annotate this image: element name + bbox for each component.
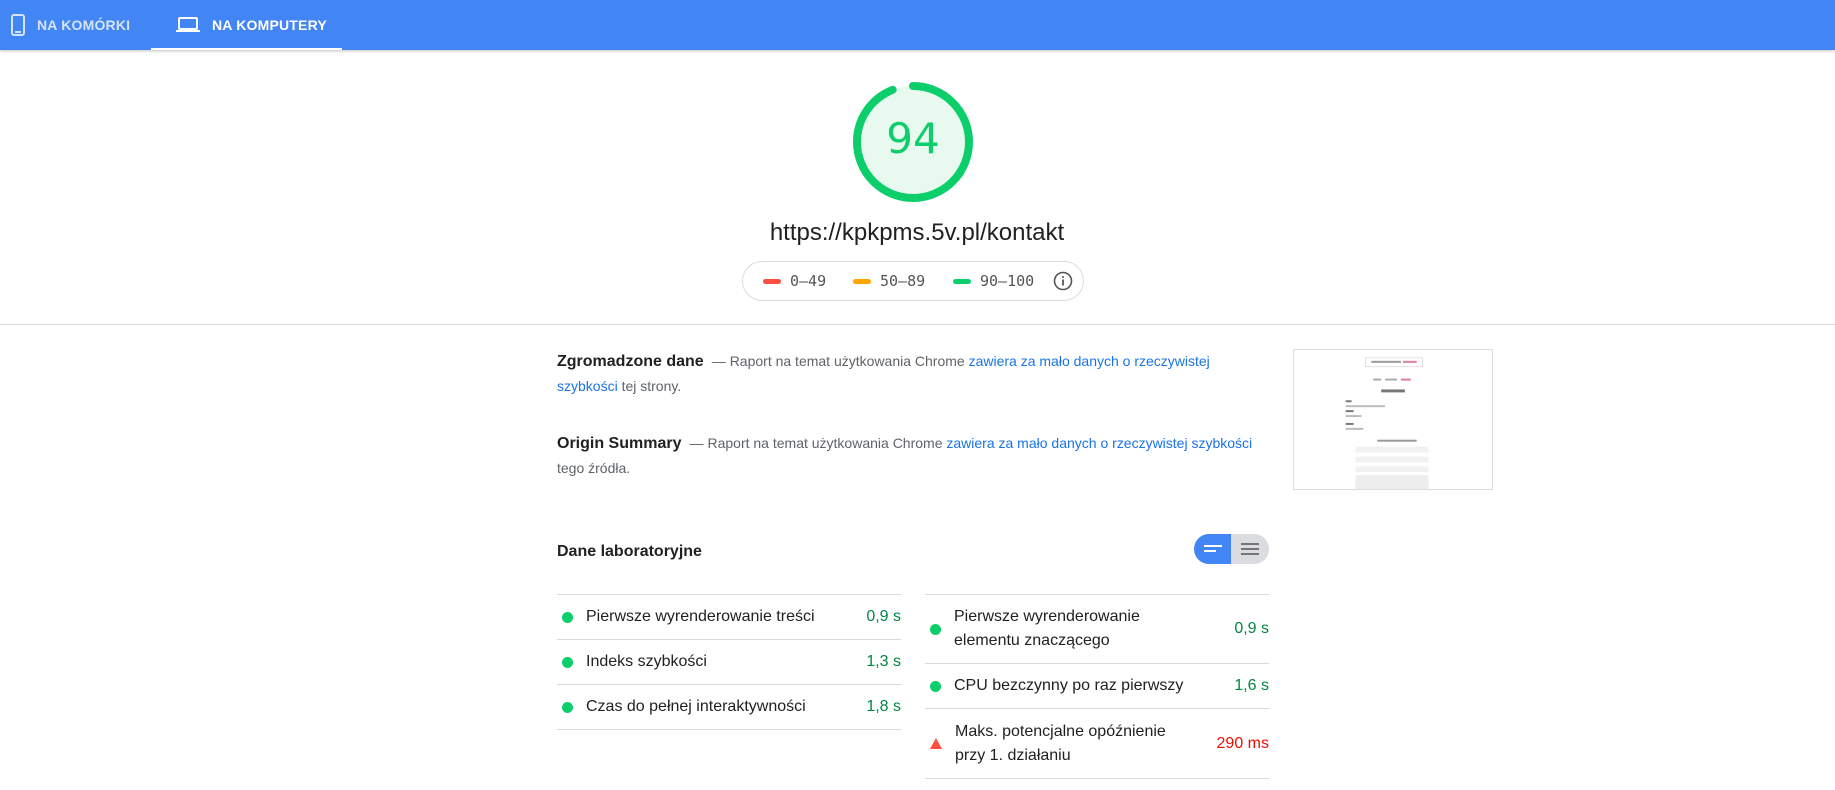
tab-mobile[interactable]: NA KOMÓRKI — [0, 0, 150, 50]
pass-indicator-icon — [930, 623, 941, 635]
origin-summary-text: Raport na temat użytkowania Chrome — [707, 435, 943, 451]
device-tab-bar: NA KOMÓRKI NA KOMPUTERY — [0, 0, 1835, 50]
legend-label-average: 50–89 — [880, 272, 926, 290]
metric-value: 1,8 s — [866, 698, 901, 715]
score-value: 94 — [886, 114, 940, 163]
metric-row: Pierwsze wyrenderowanie treści 0,9 s — [557, 594, 901, 639]
pass-indicator-icon — [562, 701, 573, 713]
tab-mobile-label: NA KOMÓRKI — [37, 17, 131, 33]
metric-value: 290 ms — [1216, 734, 1269, 752]
origin-summary-link[interactable]: zawiera za mało danych o rzeczywistej sz… — [946, 435, 1252, 451]
metric-row: Pierwsze wyrenderowanie elementu znacząc… — [925, 594, 1269, 663]
metric-name: Pierwsze wyrenderowanie treści — [586, 608, 815, 625]
score-legend: 0–49 50–89 90–100 — [742, 261, 1084, 301]
compact-list-icon — [1203, 545, 1222, 552]
section-divider — [0, 324, 1835, 325]
origin-summary-heading: Origin Summary — [557, 435, 682, 452]
metric-row: Maks. potencjalne opóźnienie przy 1. dzi… — [925, 708, 1269, 778]
pass-indicator-icon — [930, 680, 941, 692]
page-screenshot-thumbnail — [1293, 349, 1493, 490]
legend-swatch-poor — [763, 278, 781, 284]
field-data-heading: Zgromadzone dane — [557, 353, 704, 370]
field-data-text-after: tej strony. — [621, 378, 682, 394]
metric-value: 1,6 s — [1234, 677, 1269, 694]
metric-name: Maks. potencjalne opóźnienie przy 1. dzi… — [955, 722, 1166, 764]
legend-item-average: 50–89 — [853, 272, 925, 290]
metric-name: Czas do pełnej interaktywności — [586, 698, 806, 715]
metric-name: Pierwsze wyrenderowanie elementu znacząc… — [954, 608, 1140, 649]
metric-value: 0,9 s — [866, 608, 901, 625]
row-divider — [925, 778, 1269, 779]
metric-row: Czas do pełnej interaktywności 1,8 s — [557, 684, 901, 729]
laptop-icon — [176, 17, 200, 32]
tab-desktop-label: NA KOMPUTERY — [212, 17, 327, 33]
fail-indicator-icon — [930, 738, 942, 749]
legend-label-good: 90–100 — [980, 272, 1035, 290]
info-icon[interactable] — [1053, 271, 1073, 291]
legend-swatch-average — [853, 278, 871, 284]
metric-value: 0,9 s — [1234, 620, 1269, 637]
origin-summary-text-after: tego źródła. — [557, 460, 631, 476]
legend-label-poor: 0–49 — [790, 272, 827, 290]
metric-value: 1,3 s — [866, 653, 901, 670]
tab-desktop[interactable]: NA KOMPUTERY — [151, 0, 342, 50]
row-divider — [557, 729, 901, 730]
legend-swatch-good — [953, 278, 971, 284]
origin-summary-section: Origin Summary — Raport na temat użytkowan… — [557, 435, 1253, 476]
detailed-view-button[interactable] — [1231, 534, 1269, 564]
compact-view-button[interactable] — [1194, 534, 1231, 564]
pass-indicator-icon — [562, 611, 573, 623]
lab-data-title: Dane laboratoryjne — [557, 543, 702, 560]
legend-item-poor: 0–49 — [763, 272, 826, 290]
metric-row: Indeks szybkości 1,3 s — [557, 639, 901, 684]
view-toggle — [1194, 534, 1269, 564]
field-data-section: Zgromadzone dane — Raport na temat użytkow… — [557, 353, 1210, 394]
legend-item-good: 90–100 — [953, 272, 1034, 290]
page-url: https://kpkpms.5v.pl/kontakt — [769, 219, 1065, 246]
field-data-text: Raport na temat użytkowania Chrome — [729, 353, 965, 369]
metric-row: CPU bezczynny po raz pierwszy 1,6 s — [925, 663, 1269, 708]
metric-name: Indeks szybkości — [586, 653, 707, 670]
pass-indicator-icon — [562, 656, 573, 668]
metric-name: CPU bezczynny po raz pierwszy — [954, 677, 1184, 694]
smartphone-icon — [11, 14, 25, 36]
detailed-list-icon — [1241, 543, 1259, 555]
